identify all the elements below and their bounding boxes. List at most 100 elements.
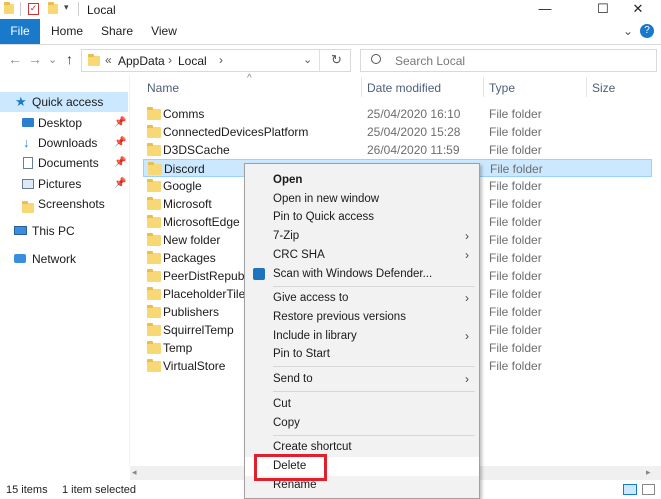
menu-item-open[interactable]: Open [245,171,479,190]
forward-button[interactable]: → [28,51,42,67]
sidebar-item-label: Documents [38,156,99,170]
folder-icon [147,323,161,336]
menu-item-restore-versions[interactable]: Restore previous versions [245,308,479,327]
sidebar-item-label: Screenshots [38,197,105,211]
large-icons-view-icon[interactable] [642,484,655,495]
file-type: File folder [490,162,543,176]
up-button[interactable]: ↑ [66,51,73,67]
close-button[interactable]: ✕ [615,0,661,19]
breadcrumb-appdata[interactable]: AppData [118,54,165,68]
network-icon [14,254,26,263]
column-header-type[interactable]: Type [489,81,515,95]
help-icon[interactable]: ? [640,24,654,38]
sidebar-item-label: Quick access [32,95,104,109]
tab-file[interactable]: File [0,19,40,44]
navigation-pane: ★ Quick access Desktop 📌 ↓ Downloads 📌 D… [0,75,130,475]
table-row[interactable]: D3DSCache 26/04/2020 11:59 File folder [143,141,652,159]
folder-icon [147,125,161,138]
file-date: 25/04/2020 15:28 [367,125,461,139]
sort-ascending-icon: ^ [247,73,252,84]
menu-item-send-to[interactable]: Send to › [245,370,479,389]
folder-icon [147,143,161,156]
properties-icon[interactable]: ✓ [28,3,39,15]
search-input[interactable]: Search Local [360,49,657,72]
quick-access-toolbar-dropdown-icon[interactable]: ▾ [64,2,69,13]
menu-item-pin-quick-access[interactable]: Pin to Quick access [245,208,479,227]
menu-separator [273,286,475,287]
column-divider[interactable] [586,77,587,97]
file-name: ConnectedDevicesPlatform [163,125,309,139]
breadcrumb-overflow[interactable]: « [105,53,112,67]
divider [20,2,21,16]
sidebar-item-documents[interactable]: Documents 📌 [0,153,128,173]
tab-view[interactable]: View [145,19,183,44]
tab-share[interactable]: Share [98,19,136,44]
minimize-button[interactable]: — [522,0,568,19]
sidebar-item-this-pc[interactable]: This PC [0,221,128,241]
sidebar-item-label: Pictures [38,177,82,191]
ribbon-expand-icon[interactable]: ⌄ [620,19,636,44]
file-name: PeerDistRepub [163,269,245,283]
submenu-arrow-icon: › [465,329,469,343]
breadcrumb-local[interactable]: Local [178,54,207,68]
star-icon: ★ [15,94,27,109]
scroll-left-icon[interactable]: ◂ [132,467,137,478]
column-header-size[interactable]: Size [592,81,615,95]
file-type: File folder [489,215,542,229]
folder-icon [147,107,161,120]
menu-separator [273,366,475,367]
navigation-bar: ← → ⌄ ↑ « AppData › Local › ⌄ ↻ Search L… [0,45,661,75]
file-name: Comms [163,107,205,121]
breadcrumb-separator[interactable]: › [168,53,172,67]
address-bar[interactable]: « AppData › Local › ⌄ ↻ [81,49,351,72]
submenu-arrow-icon: › [465,372,469,386]
sidebar-item-screenshots[interactable]: Screenshots [0,194,128,214]
new-folder-icon[interactable] [48,2,60,15]
sidebar-item-label: This PC [32,224,75,238]
file-name: Packages [163,251,216,265]
file-name: SquirrelTemp [163,323,234,337]
folder-icon [88,54,100,69]
menu-item-open-new-window[interactable]: Open in new window [245,190,479,209]
menu-item-7zip[interactable]: 7-Zip › [245,227,479,246]
file-type: File folder [489,305,542,319]
file-type: File folder [489,287,542,301]
column-divider[interactable] [361,77,362,97]
column-divider[interactable] [483,77,484,97]
sidebar-item-downloads[interactable]: ↓ Downloads 📌 [0,133,128,153]
back-button[interactable]: ← [8,51,22,67]
breadcrumb-separator[interactable]: › [219,53,223,67]
menu-item-cut[interactable]: Cut [245,395,479,414]
scroll-right-icon[interactable]: ▸ [646,467,651,478]
address-dropdown-icon[interactable]: ⌄ [303,53,312,66]
column-header-name[interactable]: Name [147,81,179,95]
sidebar-item-desktop[interactable]: Desktop 📌 [0,113,128,133]
sidebar-item-network[interactable]: Network [0,249,128,269]
file-type: File folder [489,125,542,139]
desktop-icon [22,118,34,127]
refresh-button[interactable]: ↻ [331,52,342,68]
menu-item-crc-sha[interactable]: CRC SHA › [245,246,479,265]
file-type: File folder [489,251,542,265]
file-type: File folder [489,143,542,157]
table-row[interactable]: Comms 25/04/2020 16:10 File folder [143,105,652,123]
file-name: Microsoft [163,197,212,211]
file-type: File folder [489,269,542,283]
tab-home[interactable]: Home [48,19,86,44]
file-type: File folder [489,323,542,337]
item-count: 15 items [6,484,48,496]
menu-item-scan-defender[interactable]: Scan with Windows Defender... [245,265,479,284]
column-headers: ^ Name Date modified Type Size [143,73,661,99]
details-view-icon[interactable] [623,484,637,495]
column-header-date-modified[interactable]: Date modified [367,81,441,95]
menu-item-include-library[interactable]: Include in library › [245,327,479,346]
sidebar-item-quick-access[interactable]: ★ Quick access [0,92,128,112]
menu-item-give-access[interactable]: Give access to › [245,289,479,308]
folder-icon [147,197,161,210]
table-row[interactable]: ConnectedDevicesPlatform 25/04/2020 15:28… [143,123,652,141]
menu-item-copy[interactable]: Copy [245,414,479,433]
folder-icon [147,287,161,300]
sidebar-item-pictures[interactable]: Pictures 📌 [0,174,128,194]
menu-item-pin-start[interactable]: Pin to Start [245,345,479,364]
recent-locations-dropdown[interactable]: ⌄ [48,53,57,66]
